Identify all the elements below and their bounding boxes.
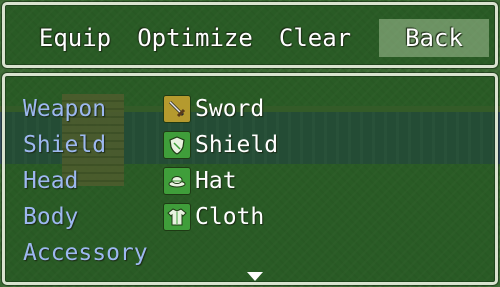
- game-screen: Equip Optimize Clear Back Weapon Sword S…: [0, 0, 500, 287]
- item-name: Cloth: [195, 204, 265, 230]
- sword-icon: [163, 95, 191, 123]
- equip-command[interactable]: Equip: [25, 19, 125, 57]
- slot-label-weapon[interactable]: Weapon: [23, 91, 106, 127]
- back-command[interactable]: Back: [379, 19, 489, 57]
- clear-command[interactable]: Clear: [267, 19, 363, 57]
- slot-item-shield[interactable]: Shield: [163, 127, 278, 163]
- optimize-command[interactable]: Optimize: [135, 19, 255, 57]
- item-name: Hat: [195, 168, 237, 194]
- slot-label-head[interactable]: Head: [23, 163, 78, 199]
- item-name: Shield: [195, 132, 279, 158]
- hat-icon: [163, 167, 191, 195]
- item-name: Sword: [195, 96, 265, 122]
- scroll-down-icon[interactable]: [247, 272, 263, 281]
- slot-label-shield[interactable]: Shield: [23, 127, 106, 163]
- command-window: Equip Optimize Clear Back: [2, 2, 498, 68]
- cloth-icon: [163, 203, 191, 231]
- equipment-slot-window: Weapon Sword Shield Shield Head Hat Body…: [2, 73, 498, 285]
- slot-item-body[interactable]: Cloth: [163, 199, 264, 235]
- slot-item-head[interactable]: Hat: [163, 163, 237, 199]
- slot-item-weapon[interactable]: Sword: [163, 91, 264, 127]
- slot-label-accessory[interactable]: Accessory: [23, 235, 148, 271]
- shield-icon: [163, 131, 191, 159]
- slot-label-body[interactable]: Body: [23, 199, 78, 235]
